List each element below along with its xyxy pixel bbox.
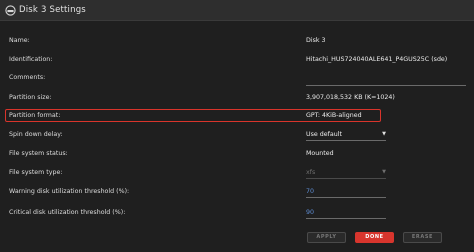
name-row: Name: Disk 3 [0, 34, 474, 48]
caret-down-icon: ▼ [382, 131, 386, 137]
caret-down-icon: ▼ [382, 169, 386, 175]
comments-row: Comments: [0, 71, 474, 86]
fs-type-row: File system type: xfs ▼ [0, 166, 474, 180]
window-title: Disk 3 Settings [19, 5, 86, 15]
fs-status-value: Mounted [306, 150, 334, 157]
identification-value: Hitachi_HUS724040ALE641_P4GUS25C (sde) [306, 56, 448, 63]
identification-label: Identification: [9, 56, 53, 63]
partition-size-label: Partition size: [9, 94, 52, 101]
fs-type-label: File system type: [9, 169, 63, 176]
identification-row: Identification: Hitachi_HUS724040ALE641_… [0, 53, 474, 67]
fs-status-label: File system status: [9, 150, 68, 157]
comments-input-underline [306, 85, 466, 86]
name-value: Disk 3 [306, 37, 326, 44]
partition-format-label: Partition format: [9, 111, 61, 119]
disk-icon [5, 5, 16, 16]
fs-status-row: File system status: Mounted [0, 147, 474, 161]
comments-input[interactable] [306, 71, 466, 85]
done-button[interactable]: DONE [355, 232, 394, 243]
erase-button[interactable]: ERASE [403, 232, 442, 243]
warning-threshold-label: Warning disk utilization threshold (%): [9, 188, 130, 195]
critical-threshold-input[interactable]: 90 [306, 206, 386, 219]
comments-label: Comments: [9, 74, 46, 81]
spin-down-select[interactable]: Use default ▼ [306, 128, 386, 141]
warning-threshold-row: Warning disk utilization threshold (%): … [0, 185, 474, 199]
name-label: Name: [9, 37, 30, 44]
spin-down-row: Spin down delay: Use default ▼ [0, 128, 474, 142]
partition-format-value: GPT: 4KiB-aligned [306, 111, 362, 119]
partition-format-row: Partition format: GPT: 4KiB-aligned [0, 109, 474, 123]
fs-type-select: xfs ▼ [306, 166, 386, 179]
title-bar: Disk 3 Settings [0, 0, 474, 21]
apply-button[interactable]: APPLY [307, 232, 346, 243]
partition-size-value: 3,907,018,532 KB (K=1024) [306, 94, 395, 101]
warning-threshold-input[interactable]: 70 [306, 185, 386, 198]
disk-settings-window: Disk 3 Settings Name: Disk 3 Identificat… [0, 0, 474, 252]
spin-down-label: Spin down delay: [9, 131, 63, 138]
fs-type-selected-value: xfs [306, 169, 316, 176]
critical-threshold-row: Critical disk utilization threshold (%):… [0, 206, 474, 220]
critical-threshold-label: Critical disk utilization threshold (%): [9, 209, 126, 216]
partition-size-row: Partition size: 3,907,018,532 KB (K=1024… [0, 91, 474, 105]
spin-down-selected-value: Use default [306, 131, 342, 138]
